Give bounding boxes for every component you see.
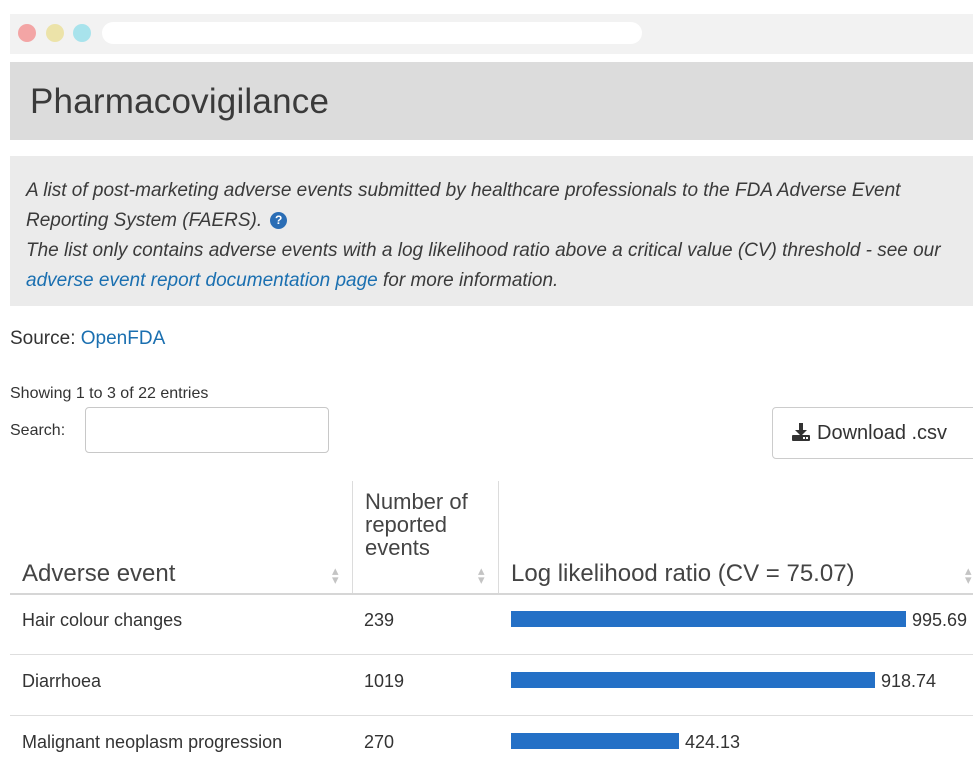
cell-count: 1019 bbox=[364, 671, 405, 691]
row-divider bbox=[10, 715, 973, 716]
question-circle-icon[interactable]: ? bbox=[270, 212, 288, 229]
cell-event: Malignant neoplasm progression bbox=[22, 732, 283, 752]
cell-count: 239 bbox=[364, 610, 395, 630]
page-title: Pharmacovigilance bbox=[30, 82, 330, 121]
cell-event: Hair colour changes bbox=[22, 610, 183, 630]
llr-bar bbox=[511, 733, 679, 749]
window-minimize-dot[interactable] bbox=[46, 24, 64, 42]
description-text-1: A list of post-marketing adverse events … bbox=[26, 180, 901, 231]
description-line-1: A list of post-marketing adverse events … bbox=[26, 176, 959, 236]
description-text-3: for more information. bbox=[377, 270, 559, 291]
cell-event: Diarrhoea bbox=[22, 671, 102, 691]
llr-value: 424.13 bbox=[685, 732, 741, 752]
download-label: Download .csv bbox=[817, 421, 948, 444]
column-header-count[interactable]: Number of reported events bbox=[365, 490, 475, 559]
row-divider bbox=[10, 654, 973, 655]
search-label: Search: bbox=[10, 422, 66, 439]
header-divider bbox=[10, 593, 973, 595]
table-info: Showing 1 to 3 of 22 entries bbox=[10, 385, 209, 402]
window-close-dot[interactable] bbox=[18, 24, 36, 42]
llr-bar bbox=[511, 672, 875, 688]
section-header: Pharmacovigilance bbox=[10, 62, 973, 140]
download-csv-button[interactable]: Download .csv bbox=[772, 407, 973, 459]
browser-chrome bbox=[10, 14, 973, 54]
column-header-event[interactable]: Adverse event bbox=[22, 560, 175, 588]
description-line-2: The list only contains adverse events wi… bbox=[26, 236, 959, 296]
column-header-llr[interactable]: Log likelihood ratio (CV = 75.07) bbox=[511, 560, 855, 588]
sort-icon[interactable]: ▴ ▾ bbox=[478, 564, 485, 586]
source-label: Source: bbox=[10, 328, 81, 349]
llr-value: 918.74 bbox=[881, 671, 937, 691]
documentation-link[interactable]: adverse event report documentation page bbox=[26, 270, 378, 291]
openfda-link[interactable]: OpenFDA bbox=[81, 328, 165, 349]
download-icon bbox=[791, 422, 811, 441]
sort-icon[interactable]: ▴ ▾ bbox=[965, 564, 972, 586]
column-divider bbox=[498, 481, 499, 593]
address-bar[interactable] bbox=[102, 22, 642, 44]
description-text-2: The list only contains adverse events wi… bbox=[26, 240, 941, 261]
source-line: Source: OpenFDA bbox=[10, 328, 165, 350]
llr-value: 995.69 bbox=[912, 610, 968, 630]
column-divider bbox=[352, 481, 353, 593]
search-input[interactable] bbox=[85, 407, 329, 453]
cell-count: 270 bbox=[364, 732, 395, 752]
window-maximize-dot[interactable] bbox=[73, 24, 91, 42]
sort-icon[interactable]: ▴ ▾ bbox=[332, 564, 339, 586]
llr-bar bbox=[511, 611, 906, 627]
description-box: A list of post-marketing adverse events … bbox=[10, 156, 973, 306]
